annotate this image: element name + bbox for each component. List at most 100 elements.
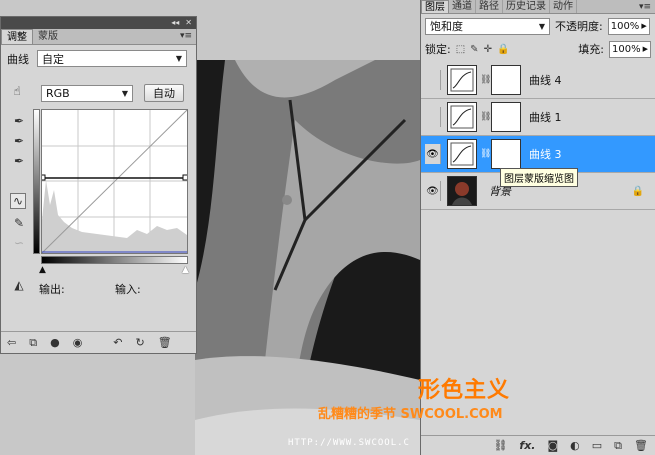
adjustments-titlebar[interactable]: ◂◂ ✕: [1, 17, 196, 29]
lock-all-icon[interactable]: 🔒: [497, 44, 509, 55]
background-thumbnail: [447, 176, 477, 206]
trash-icon[interactable]: 🗑: [634, 439, 648, 452]
fx-icon[interactable]: fx.: [519, 439, 535, 452]
auto-button[interactable]: 自动: [144, 84, 184, 102]
layers-tabs: 图层 通道 路径 历史记录 动作 ▾≡: [421, 0, 655, 14]
input-label: 输入:: [115, 283, 141, 296]
lock-icon: 🔒: [631, 185, 644, 197]
document-canvas[interactable]: [195, 60, 420, 455]
chevron-down-icon: ▼: [121, 89, 128, 98]
hand-adjust-icon[interactable]: ☝: [9, 83, 25, 99]
new-layer-icon[interactable]: ⧉: [614, 439, 622, 453]
curves-adjustment-icon: [447, 102, 477, 132]
layer-mask-thumbnail[interactable]: [491, 139, 521, 169]
visibility-toggle[interactable]: [425, 70, 441, 90]
preset-value: 自定: [42, 52, 64, 66]
link-icon[interactable]: ⛓: [480, 112, 491, 122]
eye-icon[interactable]: 👁: [425, 181, 441, 201]
lock-icons: ⬚ ✎ ✛ 🔒: [456, 44, 510, 55]
black-point-eyedropper-icon[interactable]: ✒: [11, 113, 27, 129]
watermark-text: 乱糟糟的季节 SWCOOL.COM: [318, 407, 503, 422]
blend-mode-value: 饱和度: [430, 20, 463, 33]
previous-state-icon[interactable]: ↶: [113, 336, 122, 349]
curves-adjustment-icon: [447, 139, 477, 169]
black-slider-icon[interactable]: ▲: [39, 265, 46, 275]
chevron-down-icon: ▼: [175, 54, 182, 63]
curves-label: 曲线: [7, 52, 29, 66]
tab-history[interactable]: 历史记录: [503, 0, 550, 13]
lock-position-icon[interactable]: ✛: [484, 44, 492, 55]
preset-row: 曲线 自定 ▼: [1, 45, 196, 72]
fill-label: 填充:: [578, 43, 604, 56]
input-gradient: [41, 256, 188, 264]
layer-mask-thumbnail[interactable]: [491, 102, 521, 132]
link-icon[interactable]: ⛓: [480, 149, 491, 159]
reset-icon[interactable]: ↻: [136, 336, 145, 349]
expand-view-icon[interactable]: ⧉: [29, 336, 37, 350]
lock-label: 锁定:: [425, 43, 451, 56]
tab-adjustments[interactable]: 调整: [1, 29, 33, 44]
link-icon[interactable]: ⛓: [480, 75, 491, 85]
opacity-input[interactable]: 100% ▶: [607, 17, 650, 35]
preset-select[interactable]: 自定 ▼: [37, 50, 187, 67]
new-adjustment-icon[interactable]: ◐: [570, 439, 580, 452]
lock-image-icon[interactable]: ✎: [470, 44, 478, 55]
app-root: ◂◂ ✕ 调整 蒙版 ▾≡ 曲线 自定 ▼ ☝ RGB ▼ 自动 ✒ ✒ ✒ ∿…: [0, 0, 655, 455]
lock-row: 锁定: ⬚ ✎ ✛ 🔒 填充: 100% ▶: [421, 38, 655, 60]
visibility-eye-icon[interactable]: ◉: [73, 336, 83, 349]
layer-row[interactable]: ⛓ 曲线 4: [421, 62, 655, 99]
blend-mode-select[interactable]: 饱和度 ▼: [425, 17, 550, 35]
chevron-right-icon: ▶: [641, 22, 647, 30]
clip-to-layer-icon[interactable]: ●: [50, 336, 60, 349]
trash-icon[interactable]: 🗑: [158, 336, 172, 349]
curves-graph[interactable]: [39, 109, 189, 254]
layer-name: 曲线 1: [529, 111, 562, 124]
output-gradient: [33, 109, 40, 254]
layer-name: 曲线 3: [529, 148, 562, 161]
adjustments-footer: ⇦ ⧉ ● ◉ ↶ ↻ 🗑: [1, 331, 196, 353]
eye-icon[interactable]: 👁: [425, 144, 441, 164]
lock-transparent-icon[interactable]: ⬚: [456, 44, 465, 55]
output-label: 输出:: [39, 283, 65, 296]
channel-value: RGB: [46, 87, 70, 100]
visibility-toggle[interactable]: [425, 107, 441, 127]
panel-menu-icon[interactable]: ▾≡: [639, 2, 651, 12]
fill-value: 100%: [612, 43, 641, 55]
collapse-icon[interactable]: ◂◂: [171, 17, 179, 29]
smooth-icon: ∽: [13, 236, 25, 250]
back-arrow-icon[interactable]: ⇦: [7, 336, 16, 349]
watermark-url: HTTP://WWW.SWCOOL.C: [288, 438, 410, 448]
tab-channels[interactable]: 通道: [449, 0, 476, 13]
chevron-down-icon: ▼: [538, 21, 545, 31]
tab-layers[interactable]: 图层: [421, 0, 449, 13]
adjustments-panel: ◂◂ ✕ 调整 蒙版 ▾≡ 曲线 自定 ▼ ☝ RGB ▼ 自动 ✒ ✒ ✒ ∿…: [0, 16, 197, 354]
tab-paths[interactable]: 路径: [476, 0, 503, 13]
clipping-warning-icon[interactable]: ◭: [11, 277, 27, 293]
curves-adjustment-icon: [447, 65, 477, 95]
channel-select[interactable]: RGB ▼: [41, 85, 133, 102]
adjustments-tabs: 调整 蒙版 ▾≡: [1, 29, 196, 45]
watermark-logo: 形色主义: [418, 378, 511, 403]
close-icon[interactable]: ✕: [185, 17, 192, 29]
pencil-icon[interactable]: ✎: [11, 215, 27, 231]
layer-row[interactable]: ⛓ 曲线 1: [421, 99, 655, 136]
tooltip: 图层蒙版缩览图: [500, 168, 578, 187]
fill-input[interactable]: 100% ▶: [609, 40, 651, 58]
panel-menu-icon[interactable]: ▾≡: [180, 31, 192, 41]
tab-actions[interactable]: 动作: [550, 0, 577, 13]
curve-edit-icon[interactable]: ∿: [10, 193, 26, 209]
blend-row: 饱和度 ▼ 不透明度: 100% ▶: [421, 14, 655, 38]
opacity-value: 100%: [610, 20, 640, 32]
layers-footer: ⛓ fx. ◙ ◐ ▭ ⧉ 🗑: [421, 435, 655, 455]
white-point-eyedropper-icon[interactable]: ✒: [11, 153, 27, 169]
tab-masks[interactable]: 蒙版: [33, 29, 63, 44]
add-mask-icon[interactable]: ◙: [547, 439, 558, 452]
opacity-label: 不透明度:: [555, 20, 603, 33]
portrait-image: [195, 60, 420, 455]
gray-point-eyedropper-icon[interactable]: ✒: [11, 133, 27, 149]
link-layers-icon[interactable]: ⛓: [493, 439, 507, 452]
new-group-icon[interactable]: ▭: [592, 439, 602, 452]
curves-plot: [39, 109, 189, 254]
white-slider-icon[interactable]: ▲: [182, 265, 189, 275]
layer-mask-thumbnail[interactable]: [491, 65, 521, 95]
